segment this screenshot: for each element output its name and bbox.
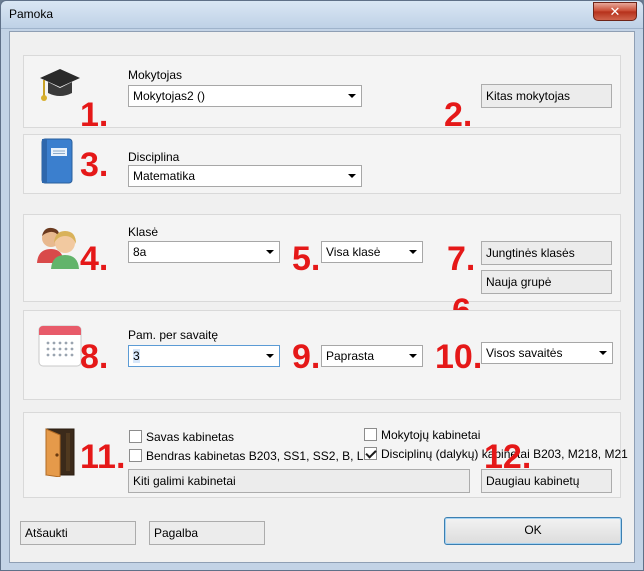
chevron-down-icon	[409, 354, 417, 358]
weeks-select-value: Visos savaitės	[486, 346, 563, 360]
class-part-select[interactable]: Visa klasė	[321, 241, 423, 263]
annotation-number-4: 4.	[80, 240, 109, 278]
chevron-down-icon	[348, 174, 356, 178]
chevron-down-icon	[266, 250, 274, 254]
title-bar[interactable]: Pamoka ✕	[1, 1, 643, 29]
class-select-value: 8a	[133, 245, 147, 259]
lessons-per-week-value: 3	[133, 349, 140, 363]
weeks-select[interactable]: Visos savaitės	[481, 342, 613, 364]
other-teacher-button[interactable]: Kitas mokytojas	[481, 84, 612, 108]
own-room-label: Savas kabinetas	[146, 430, 235, 444]
window-title: Pamoka	[9, 7, 54, 21]
common-room-checkbox[interactable]	[129, 449, 142, 462]
calendar-icon	[38, 325, 82, 367]
annotation-number-12: 12.	[484, 438, 532, 476]
annotation-number-1: 1.	[80, 96, 109, 134]
annotation-number-11: 11.	[80, 438, 126, 476]
subject-rooms-checkbox[interactable]	[364, 447, 377, 460]
door-icon	[45, 428, 75, 477]
teacher-select[interactable]: Mokytojas2 ()	[128, 85, 362, 107]
class-group: Klasė 8a Visa klasė Jungtinės klasės Nau…	[23, 214, 621, 302]
book-icon	[41, 138, 73, 184]
users-icon	[37, 227, 79, 269]
annotation-number-5: 5.	[292, 240, 321, 278]
discipline-select-value: Matematika	[133, 169, 196, 183]
lessons-per-week-label: Pam. per savaitę	[128, 328, 219, 342]
teacher-rooms-label: Mokytojų kabinetai	[381, 428, 481, 442]
ok-button[interactable]: OK	[444, 517, 622, 545]
discipline-group: Disciplina Matematika	[23, 134, 621, 194]
annotation-number-3: 3.	[80, 146, 109, 184]
chevron-down-icon	[266, 354, 274, 358]
class-part-select-value: Visa klasė	[326, 245, 381, 259]
lesson-type-value: Paprasta	[326, 349, 375, 363]
teacher-group: Mokytojas Mokytojas2 () Kitas mokytojas	[23, 55, 621, 128]
own-room-checkbox[interactable]	[129, 430, 142, 443]
annotation-number-8: 8.	[80, 338, 109, 376]
discipline-label: Disciplina	[128, 150, 180, 164]
teacher-rooms-checkbox[interactable]	[364, 428, 377, 441]
close-icon: ✕	[609, 4, 621, 19]
annotation-number-7: 7.	[447, 240, 476, 278]
chevron-down-icon	[599, 351, 607, 355]
lessons-per-week-select[interactable]: 3	[128, 345, 280, 367]
chevron-down-icon	[409, 250, 417, 254]
class-select[interactable]: 8a	[128, 241, 280, 263]
discipline-select[interactable]: Matematika	[128, 165, 362, 187]
dialog-content: Mokytojas Mokytojas2 () Kitas mokytojas …	[9, 31, 635, 563]
dialog-window: Pamoka ✕ Mokytojas Mokytojas2 () Kitas m…	[0, 0, 644, 571]
new-group-button[interactable]: Nauja grupė	[481, 270, 612, 294]
cancel-button[interactable]: Atšaukti	[20, 521, 136, 545]
class-label: Klasė	[128, 225, 159, 239]
annotation-number-2: 2.	[444, 96, 473, 134]
help-button[interactable]: Pagalba	[149, 521, 265, 545]
annotation-number-10: 10.	[435, 338, 483, 376]
chevron-down-icon	[348, 94, 356, 98]
graduation-cap-icon	[40, 69, 80, 101]
close-button[interactable]: ✕	[593, 2, 637, 21]
teacher-label: Mokytojas	[128, 68, 183, 82]
other-rooms-button[interactable]: Kiti galimi kabinetai	[128, 469, 470, 493]
lesson-type-select[interactable]: Paprasta	[321, 345, 423, 367]
joint-classes-button[interactable]: Jungtinės klasės	[481, 241, 612, 265]
annotation-number-9: 9.	[292, 338, 321, 376]
common-room-label: Bendras kabinetas B203, SS1, SS2, B, Lk2	[146, 449, 377, 463]
lessons-group: Pam. per savaitę 3 Paprasta Visos savait…	[23, 310, 621, 400]
teacher-select-value: Mokytojas2 ()	[133, 89, 206, 103]
